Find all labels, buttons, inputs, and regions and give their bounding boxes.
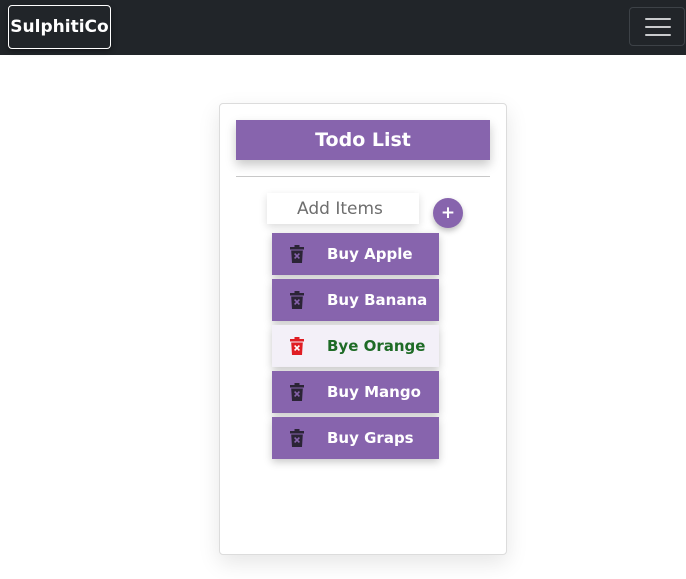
todo-item[interactable]: Buy Apple <box>272 233 439 275</box>
brand-logo[interactable]: SulphitiCo <box>8 5 111 49</box>
hamburger-icon <box>645 18 671 20</box>
trash-icon[interactable] <box>290 337 304 355</box>
todo-item-label: Buy Apple <box>327 245 413 263</box>
todo-title: Todo List <box>236 120 490 160</box>
add-item-input[interactable] <box>267 193 419 224</box>
todo-card: Todo List + Buy Apple Buy Banana Bye Ora… <box>219 103 507 555</box>
trash-icon[interactable] <box>290 291 304 309</box>
todo-item[interactable]: Buy Mango <box>272 371 439 413</box>
todo-item-completed[interactable]: Bye Orange <box>272 325 439 367</box>
trash-icon[interactable] <box>290 429 304 447</box>
add-item-button[interactable]: + <box>433 198 463 228</box>
todo-item-label: Buy Banana <box>327 291 428 309</box>
todo-item-label: Bye Orange <box>327 337 426 355</box>
todo-item-label: Buy Mango <box>327 383 421 401</box>
trash-icon[interactable] <box>290 383 304 401</box>
todo-item-label: Buy Graps <box>327 429 414 447</box>
divider <box>236 176 490 177</box>
todo-item[interactable]: Buy Banana <box>272 279 439 321</box>
todo-item[interactable]: Buy Graps <box>272 417 439 459</box>
menu-toggle-button[interactable] <box>629 7 685 46</box>
todo-list: Buy Apple Buy Banana Bye Orange Buy Mang… <box>272 233 439 463</box>
trash-icon[interactable] <box>290 245 304 263</box>
navbar: SulphitiCo <box>0 0 686 55</box>
